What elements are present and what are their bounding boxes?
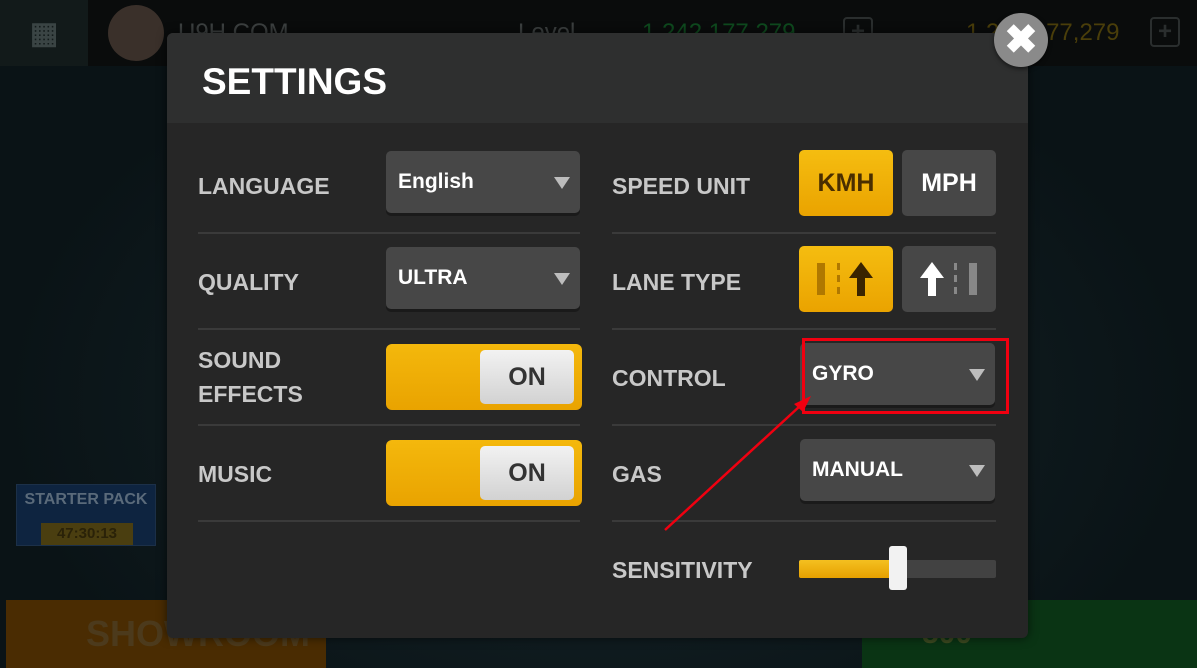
gas-value: MANUAL <box>812 458 903 481</box>
divider <box>612 232 996 234</box>
starter-pack[interactable]: STARTER PACK 47:30:13 <box>16 484 156 546</box>
lane-left-icon <box>920 262 977 296</box>
speed-unit-label: SPEED UNIT <box>612 173 751 199</box>
chevron-down-icon <box>554 273 570 285</box>
divider <box>198 520 580 522</box>
divider <box>198 328 580 330</box>
dialog-title: SETTINGS <box>167 33 1028 123</box>
lane-left-button[interactable] <box>902 246 996 312</box>
settings-dialog: SETTINGS LANGUAGE English QUALITY ULTRA … <box>167 33 1028 638</box>
annotation-highlight-box <box>802 338 1009 414</box>
lane-right-button[interactable] <box>799 246 893 312</box>
language-label: LANGUAGE <box>198 173 330 199</box>
music-toggle[interactable]: ON <box>386 440 582 506</box>
music-label: MUSIC <box>198 461 273 487</box>
lane-type-label: LANE TYPE <box>612 269 742 295</box>
slider-thumb[interactable] <box>888 546 907 590</box>
calendar-icon[interactable]: ▦ <box>0 0 88 66</box>
mph-button[interactable]: MPH <box>902 150 996 216</box>
divider <box>612 328 996 330</box>
slider-fill <box>799 560 898 578</box>
toggle-knob: ON <box>480 446 574 500</box>
starter-pack-title: STARTER PACK <box>24 491 148 508</box>
gas-label: GAS <box>612 461 662 487</box>
divider <box>612 520 996 522</box>
divider <box>198 232 580 234</box>
lane-right-icon <box>817 262 873 296</box>
sensitivity-label: SENSITIVITY <box>612 557 753 583</box>
close-icon: ✖ <box>1004 18 1038 62</box>
chevron-down-icon <box>554 177 570 189</box>
kmh-button[interactable]: KMH <box>799 150 893 216</box>
avatar[interactable] <box>108 5 164 61</box>
sound-effects-label: SOUND EFFECTS <box>198 347 303 407</box>
language-value: English <box>398 170 474 193</box>
close-button[interactable]: ✖ <box>994 13 1048 67</box>
quality-value: ULTRA <box>398 266 468 289</box>
sensitivity-slider[interactable] <box>799 546 996 590</box>
add-gold-button[interactable]: + <box>1150 17 1180 47</box>
chevron-down-icon <box>969 465 985 477</box>
gas-dropdown[interactable]: MANUAL <box>800 439 995 501</box>
control-label: CONTROL <box>612 365 726 391</box>
sound-effects-toggle[interactable]: ON <box>386 344 582 410</box>
divider <box>612 424 996 426</box>
quality-dropdown[interactable]: ULTRA <box>386 247 580 309</box>
starter-pack-timer: 47:30:13 <box>41 523 133 545</box>
divider <box>198 424 580 426</box>
toggle-knob: ON <box>480 350 574 404</box>
quality-label: QUALITY <box>198 269 299 295</box>
language-dropdown[interactable]: English <box>386 151 580 213</box>
